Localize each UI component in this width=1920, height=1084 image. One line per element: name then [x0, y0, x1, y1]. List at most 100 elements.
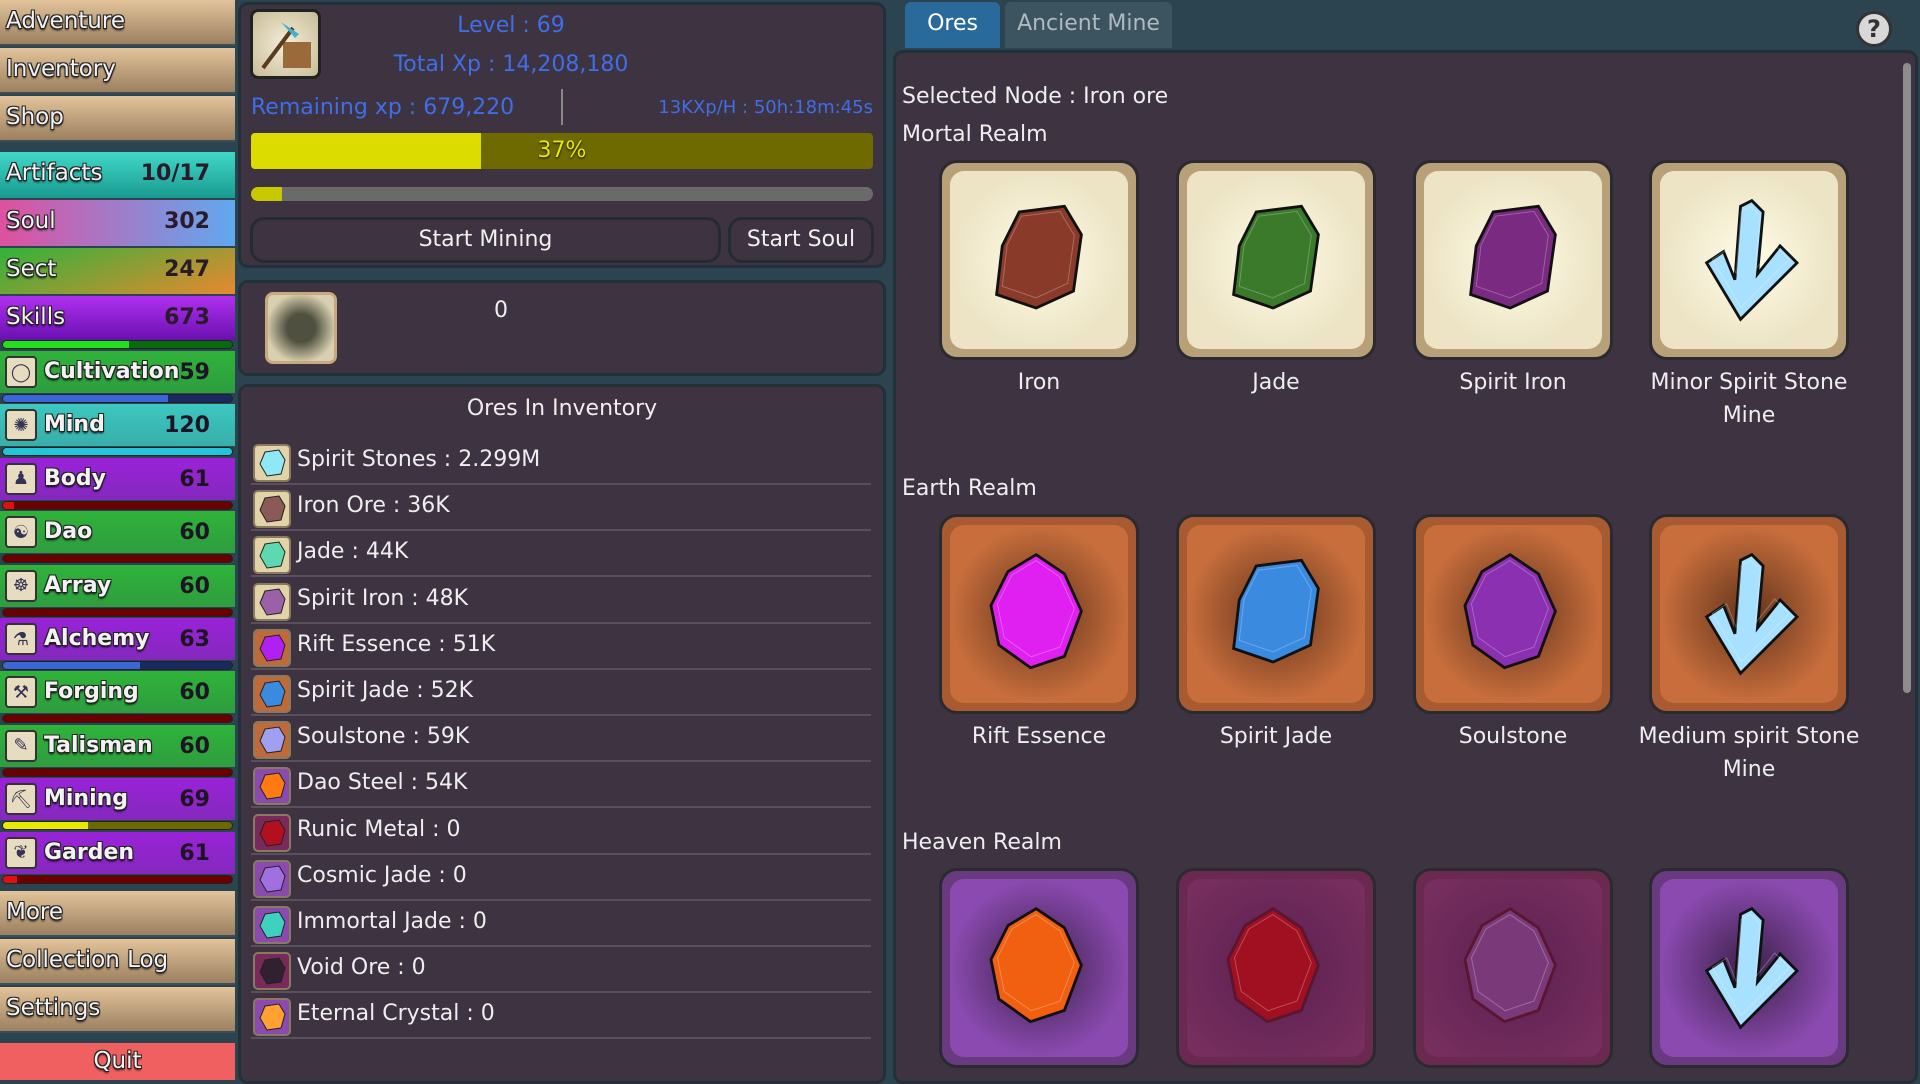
ore-rock-icon	[1424, 171, 1602, 349]
inventory-row[interactable]: Jade : 44K	[251, 531, 871, 577]
current-ore-panel: 0	[238, 280, 886, 376]
ore-node-card[interactable]	[1413, 868, 1613, 1068]
nav-more[interactable]: More	[0, 891, 235, 937]
inventory-row[interactable]: Immortal Jade : 0	[251, 901, 871, 947]
ore-node-label: Minor Spirit Stone Mine	[1629, 366, 1869, 432]
ore-node-card[interactable]	[939, 514, 1139, 714]
nav-shop[interactable]: Shop	[0, 96, 235, 142]
ore-node-card[interactable]	[1649, 514, 1849, 714]
inventory-row[interactable]: Spirit Stones : 2.299M	[251, 439, 871, 485]
skill-mining[interactable]: ⛏Mining69	[0, 778, 235, 832]
alchemy-icon: ⚗	[5, 623, 37, 655]
tab-ancient-mine[interactable]: Ancient Mine	[1005, 2, 1172, 48]
ore-node-card[interactable]	[1176, 868, 1376, 1068]
ore-gem-icon	[950, 525, 1128, 703]
inventory-row[interactable]: Rift Essence : 51K	[251, 624, 871, 670]
ore-node-label: Spirit Iron	[1393, 366, 1633, 399]
skill-progress-fill	[3, 448, 232, 455]
inventory-row[interactable]: Runic Metal : 0	[251, 809, 871, 855]
skill-label: Talisman	[44, 733, 153, 758]
start-soul-button[interactable]: Start Soul	[728, 217, 874, 263]
inventory-item-text: Iron Ore : 36K	[297, 493, 450, 518]
inventory-row[interactable]: Spirit Jade : 52K	[251, 670, 871, 716]
skill-alchemy[interactable]: ⚗Alchemy63	[0, 618, 235, 672]
category-label: Artifacts	[6, 160, 102, 186]
ore-icon	[253, 444, 291, 482]
quit-button[interactable]: Quit	[0, 1043, 235, 1080]
ore-icon	[253, 906, 291, 944]
ore-gem-icon	[1187, 879, 1365, 1057]
inventory-row[interactable]: Cosmic Jade : 0	[251, 855, 871, 901]
inventory-item-text: Immortal Jade : 0	[297, 909, 487, 934]
skill-forging[interactable]: ⚒Forging60	[0, 671, 235, 725]
ores-inventory-panel: Ores In Inventory Spirit Stones : 2.299M…	[238, 384, 886, 1084]
ores-inventory-title: Ores In Inventory	[241, 396, 883, 421]
skills-total-progress-bar	[2, 340, 233, 349]
anvil-icon: ⚒	[5, 676, 37, 708]
inventory-row[interactable]: Iron Ore : 36K	[251, 485, 871, 531]
skills-total-progress-fill	[3, 341, 129, 348]
skill-progress-bar	[2, 501, 233, 510]
current-ore-count: 0	[494, 298, 508, 323]
help-button[interactable]: ?	[1856, 11, 1892, 47]
start-mining-button[interactable]: Start Mining	[250, 217, 721, 263]
category-soul[interactable]: Soul302	[0, 200, 235, 246]
skill-level: 63	[179, 627, 210, 652]
skill-talisman[interactable]: ✎Talisman60	[0, 725, 235, 779]
ore-icon	[253, 721, 291, 759]
scrollbar-thumb[interactable]	[1903, 63, 1911, 693]
spirit-stone-crystal-icon	[1660, 879, 1838, 1057]
skill-progress-fill	[3, 502, 14, 509]
inventory-item-text: Spirit Stones : 2.299M	[297, 447, 540, 472]
category-sect[interactable]: Sect247	[0, 248, 235, 294]
skill-progress-bar	[2, 768, 233, 777]
ore-node-card[interactable]	[1176, 160, 1376, 360]
inventory-row[interactable]: Dao Steel : 54K	[251, 762, 871, 808]
tab-ores[interactable]: Ores	[905, 2, 1000, 48]
skill-body[interactable]: ♟Body61	[0, 458, 235, 512]
ore-node-card[interactable]	[1176, 514, 1376, 714]
category-value: 673	[164, 305, 210, 330]
skill-mind[interactable]: ✺Mind120	[0, 404, 235, 458]
nav-collection-log[interactable]: Collection Log	[0, 939, 235, 985]
inventory-row[interactable]: Soulstone : 59K	[251, 716, 871, 762]
mining-skill-panel: Level : 69 Total Xp : 14,208,180 Remaini…	[238, 2, 886, 268]
inventory-row[interactable]: Void Ore : 0	[251, 947, 871, 993]
skill-array[interactable]: ☸Array60	[0, 565, 235, 619]
spirit-stone-crystal-icon	[1660, 525, 1838, 703]
ore-node-card[interactable]	[1649, 160, 1849, 360]
nav-adventure[interactable]: Adventure	[0, 0, 235, 46]
skill-garden[interactable]: ❦Garden61	[0, 832, 235, 886]
skill-progress-bar	[2, 661, 233, 670]
ore-rock-icon	[1187, 525, 1365, 703]
nav-settings[interactable]: Settings	[0, 987, 235, 1033]
skill-label: Forging	[44, 679, 139, 704]
ore-node-card[interactable]	[1649, 868, 1849, 1068]
skill-label: Garden	[44, 840, 134, 865]
ore-node-card[interactable]	[939, 868, 1139, 1068]
skill-cultivation[interactable]: ◯Cultivation59	[0, 351, 235, 405]
ore-rock-icon	[1187, 171, 1365, 349]
nav-inventory[interactable]: Inventory	[0, 48, 235, 94]
skill-progress-fill	[3, 876, 17, 883]
ore-node-card[interactable]	[939, 160, 1139, 360]
xp-rate-text: 13KXp/H : 50h:18m:45s	[658, 97, 873, 118]
ore-node-card[interactable]	[1413, 160, 1613, 360]
ore-node-card[interactable]	[1413, 514, 1613, 714]
skill-level: 60	[179, 574, 210, 599]
inventory-row[interactable]: Spirit Iron : 48K	[251, 578, 871, 624]
ore-node-label: Jade	[1156, 366, 1396, 399]
brain-icon: ✺	[5, 409, 37, 441]
skill-label: Array	[44, 573, 111, 598]
skill-level: 69	[179, 787, 210, 812]
skill-dao[interactable]: ☯Dao60	[0, 511, 235, 565]
category-skills[interactable]: Skills673	[0, 296, 235, 340]
category-artifacts[interactable]: Artifacts10/17	[0, 152, 235, 198]
ore-node-label: Medium spirit Stone Mine	[1629, 720, 1869, 786]
inventory-item-text: Jade : 44K	[297, 539, 408, 564]
talisman-icon: ✎	[5, 730, 37, 762]
ore-node-label: Rift Essence	[919, 720, 1159, 753]
inventory-row[interactable]: Eternal Crystal : 0	[251, 993, 871, 1039]
ore-gem-icon	[1424, 525, 1602, 703]
xp-progress-bar: 37%	[251, 133, 873, 169]
